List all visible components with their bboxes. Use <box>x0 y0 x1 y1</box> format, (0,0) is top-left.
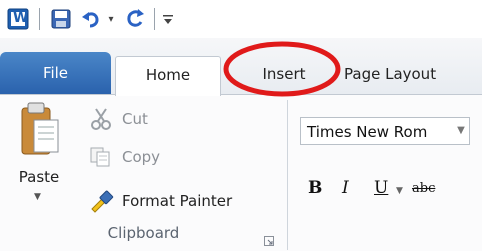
format-painter-icon <box>88 189 118 213</box>
bold-button[interactable]: B <box>308 178 322 198</box>
font-dropdown-icon[interactable]: ▼ <box>452 117 470 145</box>
word-app-icon[interactable]: W <box>6 7 30 31</box>
copy-button[interactable]: Copy <box>88 144 160 170</box>
quick-access-toolbar: W ▾ <box>0 0 482 38</box>
paste-dropdown-icon[interactable]: ▼ <box>34 192 41 202</box>
customize-icon[interactable] <box>160 7 176 31</box>
strikethrough-label: abc <box>412 181 436 196</box>
undo-dropdown-icon[interactable]: ▾ <box>104 7 118 31</box>
undo-icon[interactable] <box>78 7 104 31</box>
dialog-launcher-icon[interactable] <box>264 231 274 246</box>
group-divider <box>287 100 288 250</box>
font-name-combobox[interactable]: Times New Rom <box>300 117 470 145</box>
qat-separator <box>154 8 155 30</box>
underline-dropdown-icon[interactable]: ▼ <box>396 186 403 196</box>
paste-label: Paste <box>18 168 60 186</box>
paste-icon <box>21 102 59 155</box>
tab-file[interactable]: File <box>0 52 111 94</box>
save-icon[interactable] <box>48 7 74 31</box>
tab-page-layout[interactable]: Page Layout <box>344 56 482 94</box>
format-painter-label: Format Painter <box>122 192 233 210</box>
format-painter-button[interactable]: Format Painter <box>88 188 232 214</box>
tab-file-label: File <box>42 64 69 82</box>
scissors-icon <box>88 107 118 131</box>
qat-separator <box>39 8 40 30</box>
tab-home[interactable]: Home <box>115 56 221 96</box>
tab-page-layout-label: Page Layout <box>344 65 437 83</box>
italic-label: I <box>342 178 349 198</box>
underline-button[interactable]: U <box>374 178 388 198</box>
tab-home-label: Home <box>145 66 191 84</box>
clipboard-group-label: Clipboard <box>107 224 180 242</box>
word-app-letter: W <box>13 10 29 26</box>
tab-insert-label: Insert <box>262 65 306 83</box>
strikethrough-button[interactable]: abc <box>412 181 435 196</box>
italic-button[interactable]: I <box>342 178 349 198</box>
copy-label: Copy <box>122 148 161 166</box>
redo-icon[interactable] <box>122 7 148 31</box>
underline-label: U <box>374 178 389 198</box>
copy-icon <box>88 145 118 169</box>
font-name-value: Times New Rom <box>307 123 428 141</box>
tab-insert[interactable]: Insert <box>238 56 330 94</box>
paste-button[interactable] <box>16 100 66 215</box>
cut-label: Cut <box>122 110 148 128</box>
bold-label: B <box>308 178 323 198</box>
cut-button[interactable]: Cut <box>88 106 148 132</box>
